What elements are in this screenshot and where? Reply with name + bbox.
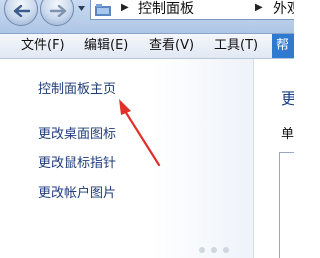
breadcrumb-appearance[interactable]: 外观和个性化 [273, 0, 294, 18]
recent-pages-dropdown-icon[interactable] [78, 5, 85, 12]
control-panel-folder-icon [95, 4, 111, 16]
menu-edit[interactable]: 编辑(E) [84, 37, 128, 54]
forward-arrow-icon [49, 5, 67, 17]
breadcrumb-chevron-icon[interactable]: ▶ [255, 2, 263, 13]
content-label: 单 [281, 127, 294, 142]
menu-bar: 文件(F) 编辑(E) 查看(V) 工具(T) 帮 [0, 34, 294, 59]
title-bar: ▶ 控制面板 ▶ 外观和个性化 [0, 0, 294, 34]
task-pane: 控制面板主页 更改桌面图标 更改鼠标指针 更改帐户图片 [0, 59, 253, 258]
red-annotation-arrow [119, 99, 161, 167]
address-bar[interactable]: ▶ 控制面板 ▶ 外观和个性化 [90, 0, 294, 20]
menu-tools[interactable]: 工具(T) [214, 37, 258, 54]
breadcrumb-chevron-icon[interactable]: ▶ [121, 2, 129, 13]
breadcrumb-control-panel[interactable]: 控制面板 [138, 0, 194, 18]
watermark-fragment [199, 247, 229, 253]
content-list-box[interactable] [279, 152, 294, 258]
content-pane: 更 单 [254, 59, 294, 258]
back-button[interactable] [4, 0, 38, 26]
content-heading: 更 [281, 89, 294, 108]
menu-file[interactable]: 文件(F) [21, 37, 65, 54]
menu-help[interactable]: 帮 [272, 34, 294, 58]
back-arrow-icon [13, 5, 31, 17]
forward-button[interactable] [40, 0, 74, 26]
menu-view[interactable]: 查看(V) [149, 37, 194, 54]
